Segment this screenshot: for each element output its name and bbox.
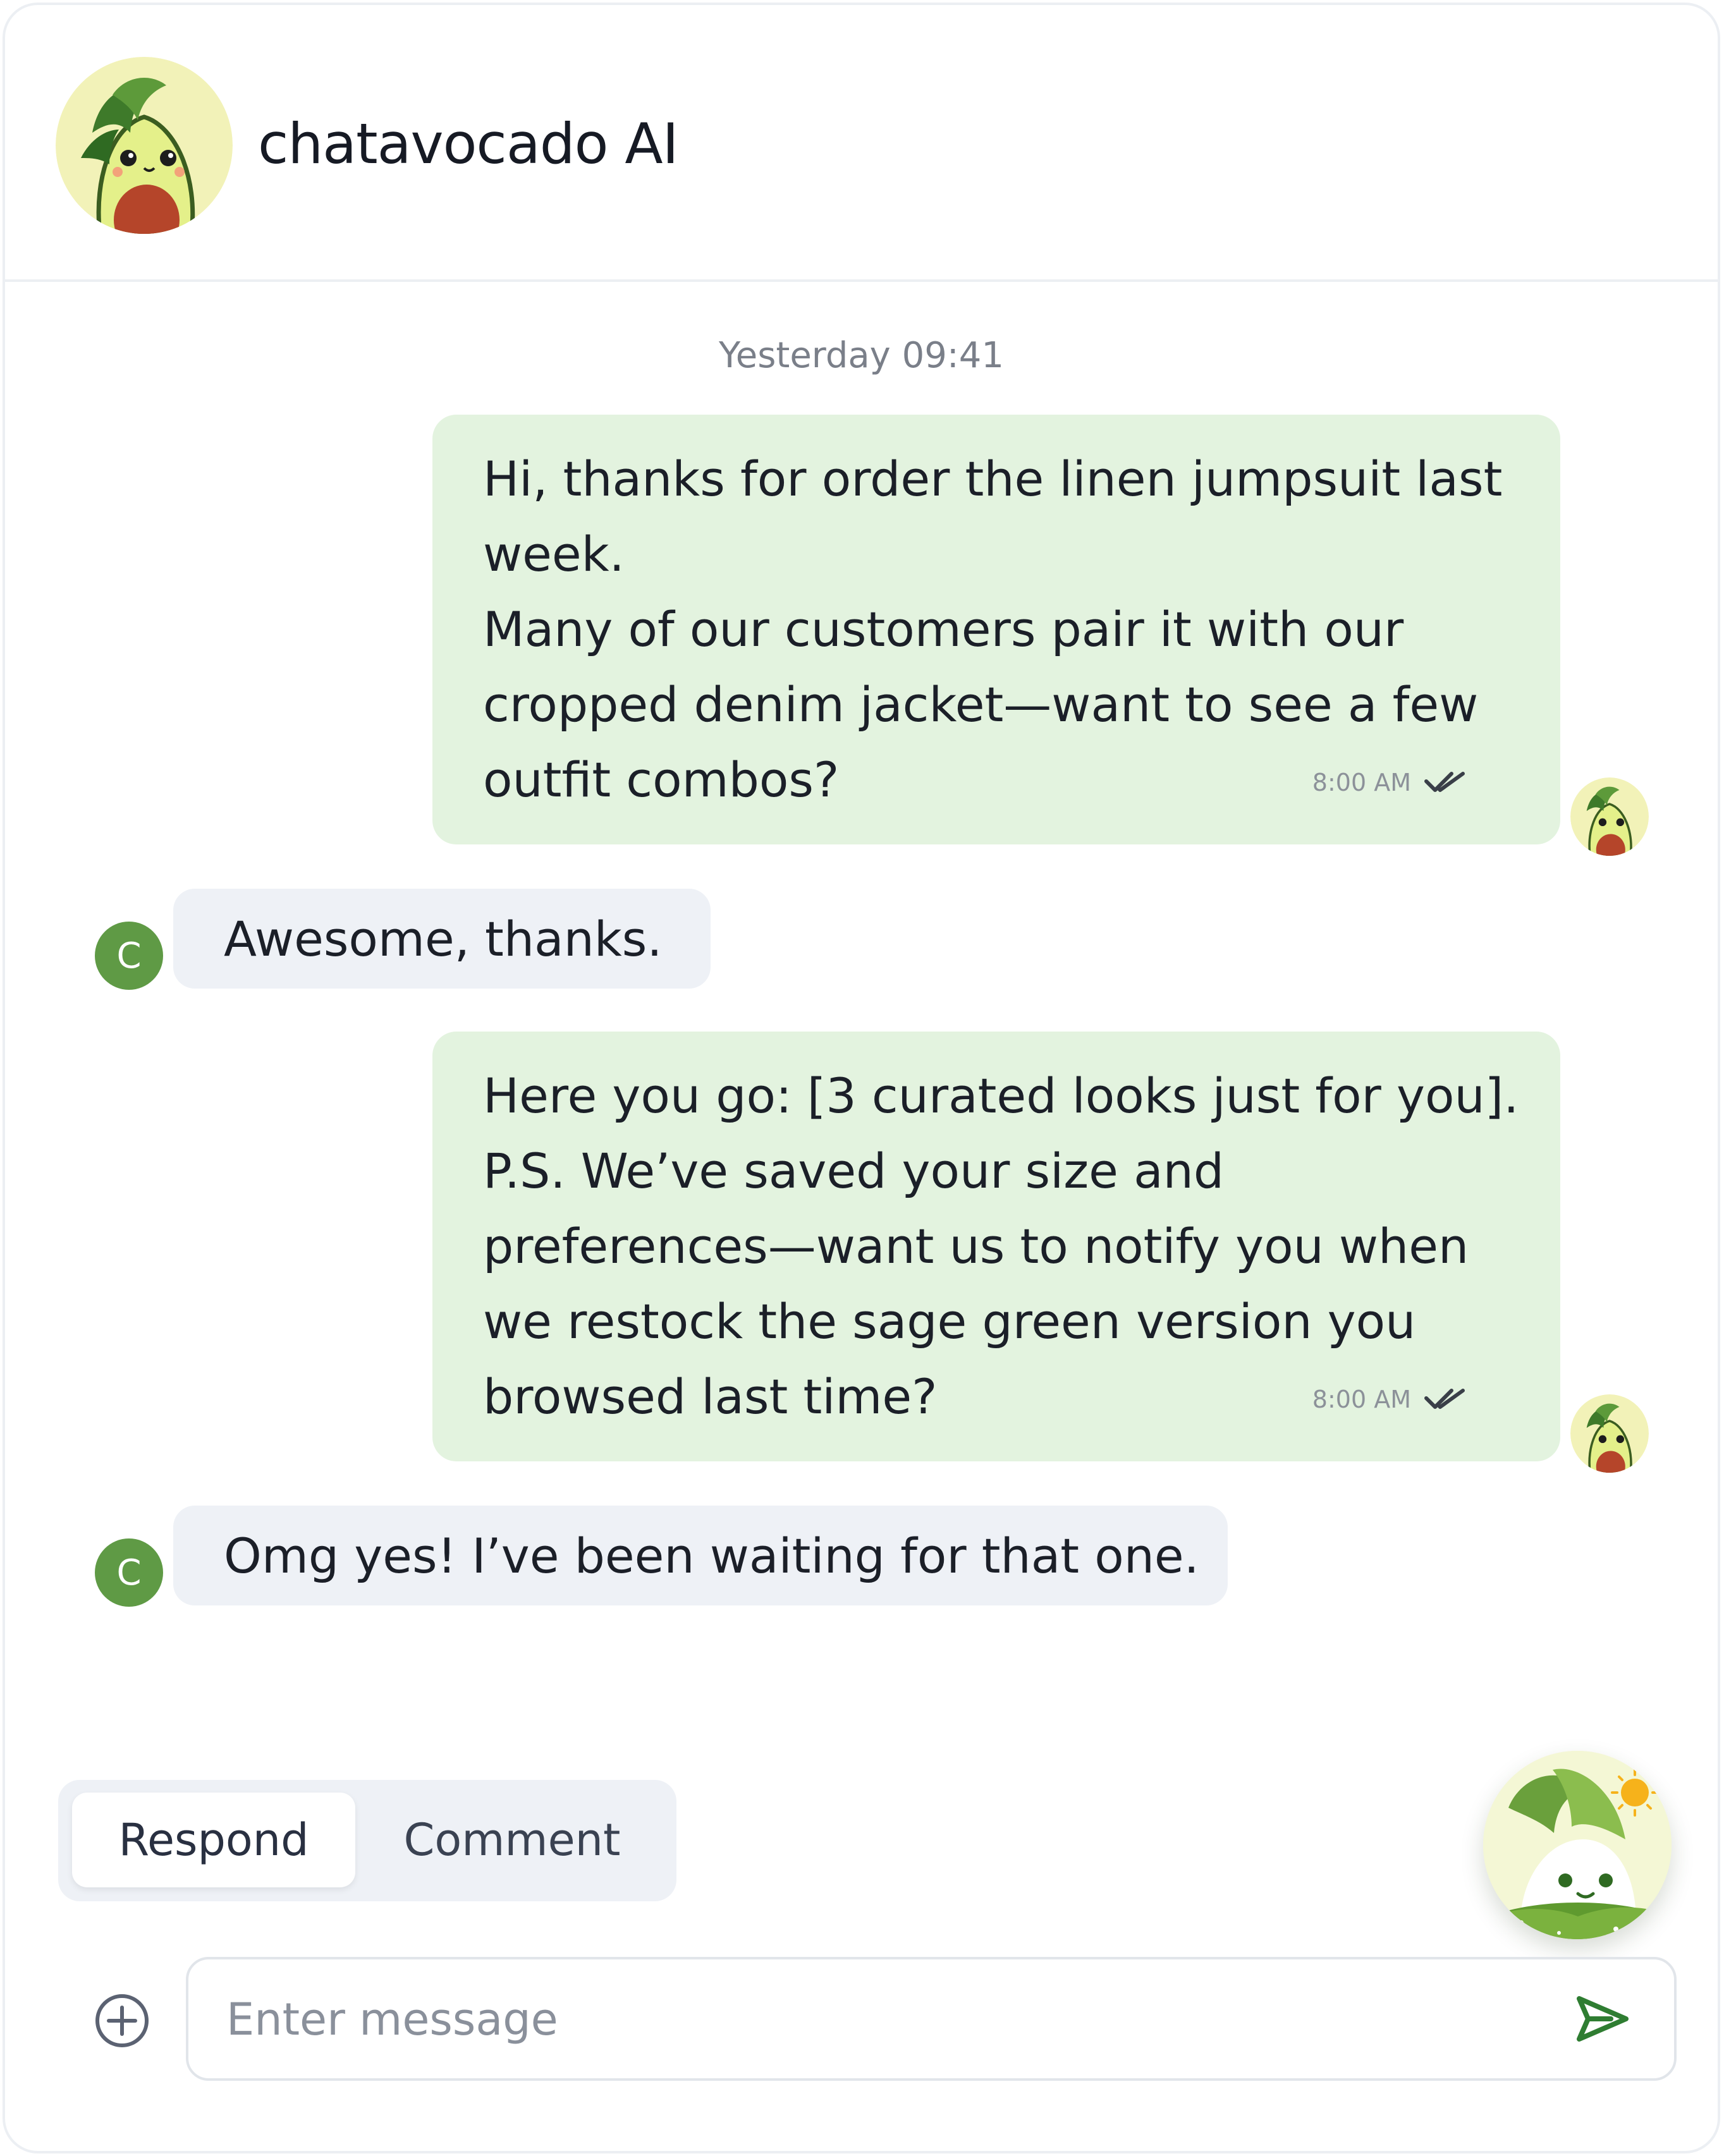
plus-circle-icon <box>95 1994 149 2047</box>
message-text: Omg yes! I’ve been waiting for that one. <box>224 1527 1199 1584</box>
comment-tab[interactable]: Comment <box>379 1793 645 1887</box>
user-message-bubble: Omg yes! I’ve been waiting for that one. <box>173 1506 1228 1605</box>
message-text-line: preferences—want us to notify you when <box>483 1218 1469 1274</box>
conversation-timestamp: Yesterday 09:41 <box>718 335 1005 376</box>
message-text-line: P.S. We’ve saved your size and <box>483 1143 1225 1199</box>
message-text-line: cropped denim jacket—want to see a few <box>483 676 1479 733</box>
message-time: 8:00 AM <box>1312 769 1411 796</box>
avocado-sprout-mascot-icon <box>1483 1751 1672 1939</box>
send-button[interactable] <box>1573 1990 1631 2048</box>
send-icon <box>1577 1996 1629 2042</box>
chat-header: chatavocado AI <box>5 5 1718 282</box>
avocado-mascot-icon <box>56 57 233 234</box>
respond-tab[interactable]: Respond <box>72 1793 355 1887</box>
chat-window: chatavocado AI Yesterday 09:41 Hi, thank… <box>3 3 1720 2153</box>
message-input[interactable] <box>225 1959 1555 2080</box>
message-text-line: week. <box>483 526 625 582</box>
message-text-line: Hi, thanks for order the linen jumpsuit … <box>483 451 1503 507</box>
message-composer <box>186 1957 1677 2081</box>
double-check-icon <box>1424 772 1465 792</box>
user-avatar: C <box>95 1538 163 1607</box>
avocado-mascot-icon <box>1570 777 1649 856</box>
chat-title: chatavocado AI <box>258 111 679 176</box>
avocado-mascot-icon <box>1570 1394 1649 1473</box>
user-avatar: C <box>95 922 163 990</box>
message-text-line: we restock the sage green version you <box>483 1293 1416 1349</box>
user-message-bubble: Awesome, thanks. <box>173 889 711 989</box>
message-text-line: Here you go: [3 curated looks just for y… <box>483 1068 1519 1124</box>
message-time: 8:00 AM <box>1312 1386 1411 1413</box>
ai-message-bubble: Hi, thanks for order the linen jumpsuit … <box>432 415 1560 844</box>
bot-avatar <box>1570 1394 1649 1473</box>
bot-avatar <box>56 57 233 234</box>
bot-avatar <box>1570 777 1649 856</box>
message-text: Awesome, thanks. <box>224 910 663 967</box>
ai-message-bubble: Here you go: [3 curated looks just for y… <box>432 1032 1560 1461</box>
add-attachment-button[interactable] <box>94 1992 150 2049</box>
message-meta: 8:00 AM <box>1312 1386 1465 1413</box>
message-text-line: Many of our customers pair it with our <box>483 601 1404 657</box>
double-check-icon <box>1424 1389 1465 1409</box>
mode-toggle: Respond Comment <box>58 1780 676 1901</box>
message-meta: 8:00 AM <box>1312 769 1465 796</box>
assistant-mascot-button[interactable] <box>1483 1751 1672 1939</box>
